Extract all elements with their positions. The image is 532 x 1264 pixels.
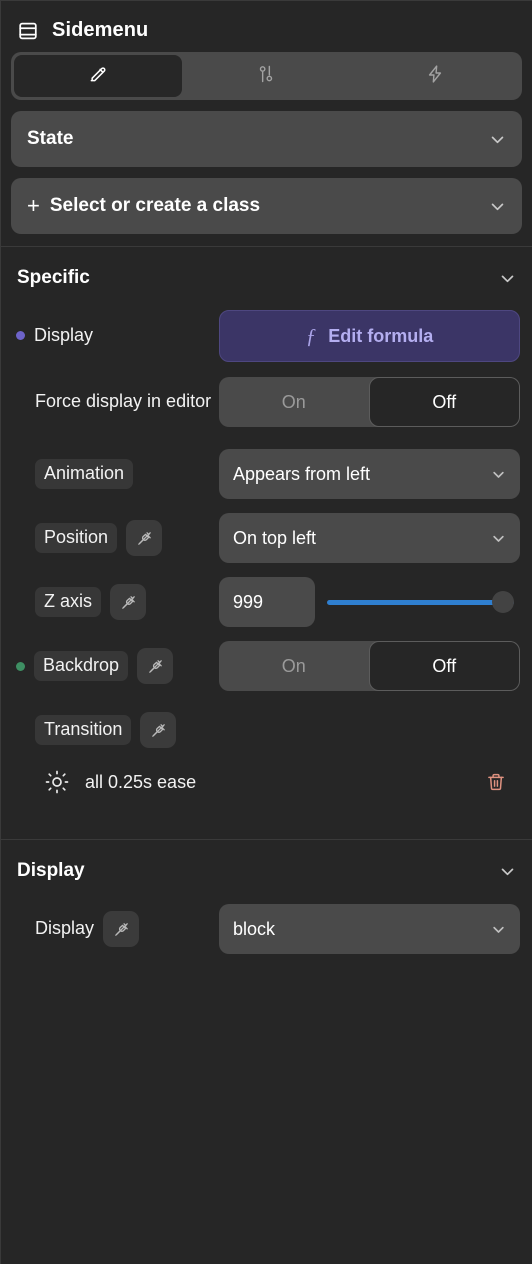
- row-label-z-axis: Z axis: [13, 584, 219, 620]
- label-force-display: Force display in editor: [35, 391, 212, 412]
- row-label-position: Position: [13, 520, 219, 556]
- edit-formula-label: Edit formula: [328, 325, 434, 346]
- section-header-specific[interactable]: Specific: [1, 247, 532, 303]
- state-selector-label: State: [27, 128, 74, 149]
- pencil-icon: [88, 64, 108, 89]
- control-animation: Appears from left: [219, 449, 520, 499]
- control-position: On top left: [219, 513, 520, 563]
- chevron-down-icon: [493, 926, 504, 933]
- row-force-display: Force display in editor On Off: [13, 369, 520, 435]
- section-title-specific: Specific: [17, 267, 90, 288]
- plug-icon: [152, 723, 165, 737]
- plug-button-z-axis[interactable]: [110, 584, 147, 620]
- control-force-display: On Off: [219, 377, 520, 427]
- class-selector[interactable]: + Select or create a class: [11, 178, 522, 234]
- row-display-property: Display block: [13, 896, 520, 962]
- plug-icon: [148, 659, 162, 673]
- tab-actions[interactable]: [351, 55, 519, 97]
- function-icon: ƒ: [305, 323, 317, 348]
- control-display: ƒ Edit formula: [219, 310, 520, 362]
- label-backdrop: Backdrop: [34, 651, 129, 681]
- panel-header: Sidemenu: [1, 1, 532, 52]
- page-title: Sidemenu: [52, 19, 149, 41]
- label-display: Display: [34, 325, 94, 346]
- brightness-icon: [45, 770, 69, 794]
- tab-bar: [11, 52, 522, 100]
- toggle-option-off[interactable]: Off: [368, 641, 520, 691]
- specific-rows: Display ƒ Edit formula Force display in …: [1, 303, 532, 809]
- status-dot-purple: [16, 331, 25, 341]
- transition-item[interactable]: all 0.25s ease: [13, 755, 520, 809]
- properties-panel: Sidemenu State + Select or create a clas…: [0, 0, 532, 1264]
- panel-top-controls: State + Select or create a class: [1, 52, 532, 246]
- label-position: Position: [35, 523, 118, 553]
- force-display-toggle[interactable]: On Off: [219, 377, 520, 427]
- row-label-backdrop: Backdrop: [13, 648, 219, 684]
- row-label-animation: Animation: [13, 459, 219, 489]
- label-animation: Animation: [35, 459, 134, 489]
- animation-value: Appears from left: [233, 463, 371, 484]
- status-dot-green: [16, 661, 25, 671]
- row-display-formula: Display ƒ Edit formula: [13, 303, 520, 369]
- toggle-option-off[interactable]: Off: [368, 377, 520, 427]
- z-axis-input[interactable]: 999: [219, 577, 315, 627]
- row-label-transition: Transition: [13, 712, 219, 748]
- backdrop-toggle[interactable]: On Off: [219, 641, 520, 691]
- edit-formula-button[interactable]: ƒ Edit formula: [219, 310, 520, 362]
- plug-button-transition[interactable]: [140, 712, 177, 748]
- row-transition: Transition: [13, 705, 520, 755]
- row-label-force-display: Force display in editor: [13, 391, 219, 413]
- control-z-axis: 999: [219, 577, 520, 627]
- z-axis-slider[interactable]: [327, 577, 514, 627]
- transition-value: all 0.25s ease: [85, 771, 197, 792]
- position-select[interactable]: On top left: [219, 513, 520, 563]
- plug-button-backdrop[interactable]: [137, 648, 174, 684]
- section-header-display[interactable]: Display: [1, 840, 532, 896]
- chevron-down-icon: [501, 275, 514, 282]
- chevron-down-icon: [501, 868, 514, 875]
- plug-icon: [137, 531, 151, 545]
- slider-thumb[interactable]: [492, 591, 514, 613]
- position-value: On top left: [233, 527, 317, 548]
- animation-select[interactable]: Appears from left: [219, 449, 520, 499]
- control-backdrop: On Off: [219, 641, 520, 691]
- label-display-property: Display: [35, 918, 95, 939]
- label-transition: Transition: [35, 715, 132, 745]
- plug-button-display[interactable]: [103, 911, 140, 947]
- section-title-display: Display: [17, 860, 85, 881]
- sliders-icon: [256, 64, 276, 89]
- toggle-option-on[interactable]: On: [219, 377, 369, 427]
- row-backdrop: Backdrop On Off: [13, 641, 520, 691]
- trash-icon[interactable]: [486, 772, 506, 792]
- row-label-display: Display: [13, 325, 219, 347]
- display-rows: Display block: [1, 896, 532, 962]
- plus-icon: +: [27, 193, 40, 218]
- row-animation: Animation Appears from left: [13, 449, 520, 499]
- label-z-axis: Z axis: [35, 587, 102, 617]
- chevron-down-icon: [491, 203, 504, 210]
- panel-layout-icon: [17, 20, 39, 42]
- row-position: Position On top left: [13, 513, 520, 563]
- state-selector[interactable]: State: [11, 111, 522, 167]
- chevron-down-icon: [493, 471, 504, 478]
- plug-button-position[interactable]: [126, 520, 163, 556]
- class-selector-label: Select or create a class: [49, 195, 261, 216]
- plug-icon: [114, 922, 128, 936]
- display-value: block: [233, 918, 276, 939]
- lightning-icon: [425, 64, 445, 89]
- chevron-down-icon: [493, 535, 504, 542]
- display-select[interactable]: block: [219, 904, 520, 954]
- row-label-display-property: Display: [13, 911, 219, 947]
- row-z-axis: Z axis 999: [13, 577, 520, 627]
- chevron-down-icon: [491, 136, 504, 143]
- tab-edit[interactable]: [14, 55, 183, 97]
- control-display-property: block: [219, 904, 520, 954]
- slider-track: [327, 599, 514, 605]
- tab-settings[interactable]: [182, 55, 350, 97]
- plug-icon: [121, 595, 135, 609]
- toggle-option-on[interactable]: On: [219, 641, 369, 691]
